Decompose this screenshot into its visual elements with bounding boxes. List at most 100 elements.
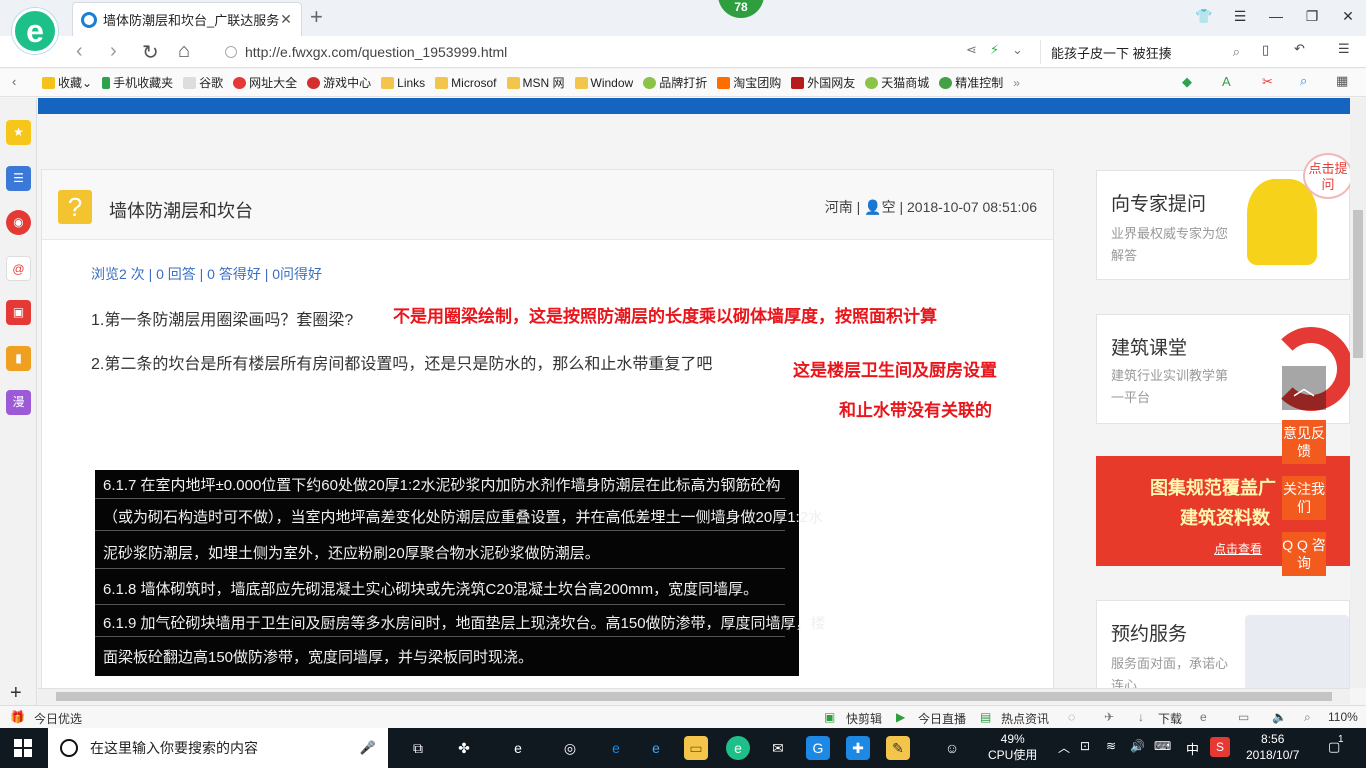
back-button[interactable]: ‹ — [76, 40, 83, 63]
microphone-icon[interactable]: 🎤 — [360, 740, 376, 756]
reading-list-icon[interactable]: ☰ — [6, 166, 31, 191]
favorites-star-icon[interactable]: ★ — [6, 120, 31, 145]
hot-news-link[interactable]: 热点资讯 — [1001, 710, 1049, 727]
swirl-app-icon[interactable]: ◎ — [558, 736, 582, 760]
download-link[interactable]: 下载 — [1158, 710, 1182, 727]
refresh-button[interactable]: ↻ — [142, 40, 159, 65]
network-icon[interactable]: ⊡ — [1080, 739, 1090, 753]
back-to-top-button[interactable]: ︿ — [1282, 366, 1326, 410]
horizontal-scrollbar[interactable] — [38, 688, 1350, 704]
score-badge[interactable]: 78 — [718, 0, 764, 18]
ie-mode-icon[interactable]: e — [1200, 710, 1207, 724]
speaker-icon[interactable]: 🔊 — [1130, 739, 1145, 753]
plus-app-icon[interactable]: ✚ — [846, 736, 870, 760]
sidebar-add-button[interactable]: + — [10, 682, 22, 705]
edge-legacy-icon[interactable]: e — [506, 736, 530, 760]
live-link[interactable]: 今日直播 — [918, 710, 966, 727]
task-view-icon[interactable]: ⧉ — [406, 736, 430, 760]
feedback-button[interactable]: 意见反馈 — [1282, 420, 1326, 464]
home-button[interactable]: ⌂ — [178, 40, 190, 63]
bookmark-tmall[interactable]: 天猫商城 — [865, 74, 929, 91]
search-icon[interactable]: ⌕ — [1233, 44, 1240, 60]
file-explorer-icon[interactable]: ▭ — [684, 736, 708, 760]
more-bookmarks-icon[interactable]: » — [1013, 76, 1020, 90]
close-button[interactable]: ✕ — [1330, 0, 1366, 32]
search-field[interactable]: 能孩子皮一下 被狂揍 ⌕ — [1040, 40, 1240, 64]
system-clock[interactable]: 8:56 2018/10/7 — [1246, 731, 1299, 763]
fan-app-icon[interactable]: ✤ — [452, 736, 476, 760]
url-field[interactable]: http://e.fwxgx.com/question_1953999.html — [225, 40, 1035, 64]
accelerate-icon[interactable]: ◌ — [1068, 710, 1075, 724]
bookmark-games[interactable]: 游戏中心 — [307, 74, 371, 91]
keyboard-icon[interactable]: ⌨ — [1154, 739, 1171, 753]
main-menu-icon[interactable]: ☰ — [1338, 41, 1350, 57]
menu-icon[interactable]: ☰ — [1222, 0, 1258, 32]
windows-start-button[interactable] — [14, 739, 32, 757]
window-icon[interactable]: ▭ — [1238, 710, 1249, 724]
cpu-usage[interactable]: 49% CPU使用 — [988, 731, 1037, 763]
mail-icon[interactable]: ✉ — [766, 736, 790, 760]
bookmark-google[interactable]: 谷歌 — [183, 74, 223, 91]
undo-icon[interactable]: ↶ — [1294, 41, 1305, 57]
question-user[interactable]: 空 — [882, 199, 896, 215]
phone-icon[interactable]: ▯ — [1262, 42, 1269, 58]
browser-logo-icon[interactable]: e — [12, 8, 58, 54]
internet-explorer-icon[interactable]: e — [644, 736, 668, 760]
horizontal-scroll-thumb[interactable] — [56, 692, 1332, 701]
vertical-scroll-thumb[interactable] — [1353, 210, 1363, 358]
forward-button[interactable]: › — [110, 40, 117, 63]
tab-active[interactable]: 墙体防潮层和坎台_广联达服务新 ✕ — [72, 2, 302, 36]
g-app-icon[interactable]: G — [806, 736, 830, 760]
tray-chevron-icon[interactable]: ︿ — [1058, 739, 1070, 756]
bookmark-taobao[interactable]: 淘宝团购 — [717, 74, 781, 91]
zoom-level[interactable]: 110% — [1328, 710, 1358, 724]
today-picks-link[interactable]: 今日优选 — [34, 710, 82, 727]
wifi-icon[interactable]: ≋ — [1106, 739, 1116, 753]
bookmark-msn[interactable]: MSN 网 — [506, 74, 565, 91]
weibo-icon[interactable]: ◉ — [6, 210, 31, 235]
bookmark-brand[interactable]: 品牌打折 — [643, 74, 707, 91]
bookmark-precise[interactable]: 精准控制 — [939, 74, 1003, 91]
chevron-down-icon[interactable]: ⌄ — [1012, 42, 1023, 58]
bookmark-microsoft[interactable]: Microsof — [435, 76, 497, 90]
bookmark-mobile[interactable]: 手机收藏夹 — [102, 74, 173, 91]
restore-button[interactable]: ❐ — [1294, 0, 1330, 32]
share-icon[interactable]: ⋖ — [966, 42, 977, 58]
taskbar-search[interactable]: 在这里输入你要搜索的内容 🎤 — [48, 728, 388, 768]
bookmark-foreign[interactable]: 外国网友 — [791, 74, 855, 91]
question-stats[interactable]: 浏览2 次 | 0 回答 | 0 答得好 | 0问得好 — [91, 264, 322, 284]
banner-link[interactable]: 点击查看 — [1214, 540, 1262, 557]
tab-close-icon[interactable]: ✕ — [279, 11, 293, 28]
shield-icon[interactable]: ◆ — [1182, 74, 1192, 90]
magnifier-icon[interactable]: ⌕ — [1300, 73, 1307, 89]
service-card[interactable]: 预约服务 服务面对面，承诺心连心 — [1096, 600, 1350, 688]
volume-icon[interactable]: 🔈 — [1272, 710, 1287, 724]
edge-icon[interactable]: e — [604, 736, 628, 760]
email-icon[interactable]: @ — [6, 256, 31, 281]
bookmark-sites[interactable]: 网址大全 — [233, 74, 297, 91]
translate-icon[interactable]: A — [1222, 74, 1231, 89]
lightning-icon[interactable]: ⚡ — [990, 42, 999, 58]
game-controller-icon[interactable]: ▣ — [6, 300, 31, 325]
vertical-scrollbar[interactable] — [1350, 98, 1366, 688]
bookmark-favorites[interactable]: 收藏 ⌄ — [42, 74, 92, 91]
qq-consult-button[interactable]: Q Q 咨询 — [1282, 532, 1326, 576]
people-icon[interactable]: ☺ — [940, 736, 964, 760]
kuaijian-link[interactable]: 快剪辑 — [846, 710, 882, 727]
bookmark-windows[interactable]: Window — [574, 76, 633, 90]
ask-expert-card[interactable]: 向专家提问 业界最权威专家为您解答 点击提问 — [1096, 153, 1350, 280]
manga-icon[interactable]: 漫 — [6, 390, 31, 415]
apps-grid-icon[interactable]: ▦ — [1336, 73, 1348, 89]
follow-button[interactable]: 关注我们 — [1282, 476, 1326, 520]
sidebar-toggle-icon[interactable]: ‹ — [12, 74, 16, 89]
bookmark-links[interactable]: Links — [381, 76, 425, 90]
notes-icon[interactable]: ▮ — [6, 346, 31, 371]
pin-icon[interactable]: ✈ — [1104, 710, 1114, 724]
notepad-icon[interactable]: ✎ — [886, 736, 910, 760]
minimize-button[interactable]: — — [1258, 0, 1294, 32]
scissors-icon[interactable]: ✂ — [1262, 74, 1273, 90]
ime-indicator[interactable]: 中 — [1186, 739, 1199, 758]
browser-taskbar-icon[interactable]: e — [726, 736, 750, 760]
skin-icon[interactable]: 👕 — [1186, 0, 1222, 32]
new-tab-button[interactable]: + — [310, 4, 323, 30]
